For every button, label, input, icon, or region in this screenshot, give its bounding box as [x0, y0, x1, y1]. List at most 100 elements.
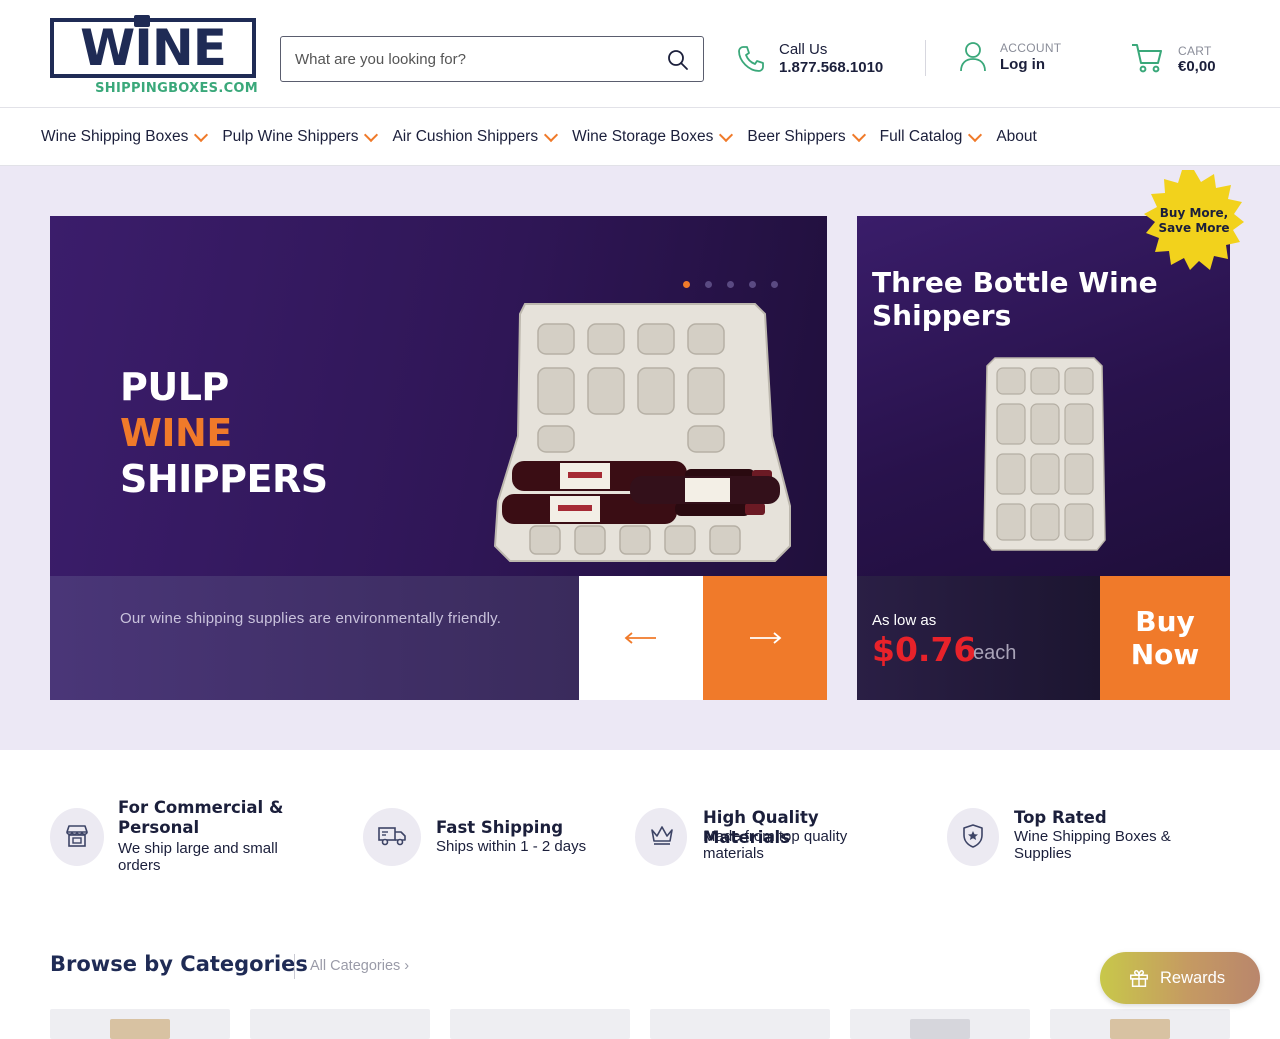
promo-title[interactable]: Three Bottle Wine Shippers	[872, 266, 1192, 332]
site-logo[interactable]: WINE SHIPPINGBOXES.COM	[50, 15, 258, 98]
slider-next-button[interactable]	[703, 576, 827, 700]
feature-desc: Wine Shipping Boxes & Supplies	[1014, 828, 1171, 862]
cart-icon	[1132, 44, 1162, 73]
slider-dot[interactable]	[705, 281, 712, 288]
nav-item-beer-shippers[interactable]: Beer Shippers	[747, 127, 866, 146]
three-bottle-shipper-image	[983, 357, 1106, 551]
category-card[interactable]	[50, 1009, 230, 1039]
feature-icon-badge	[947, 808, 999, 866]
feature-desc: Ships within 1 - 2 days	[436, 838, 587, 855]
chevron-down-icon	[364, 127, 379, 143]
feature-fast-shipping: Fast Shipping Ships within 1 - 2 days	[363, 798, 613, 878]
call-us[interactable]: Call Us 1.877.568.1010	[736, 40, 906, 80]
feature-icon-badge	[363, 808, 421, 866]
cart-total: €0,00	[1178, 58, 1216, 75]
category-thumbnail	[910, 1019, 970, 1039]
feature-desc: We ship large and small orders	[118, 840, 278, 874]
features-strip: For Commercial & Personal We ship large …	[0, 750, 1280, 920]
crown-icon	[651, 826, 673, 845]
nav-item-wine-storage-boxes[interactable]: Wine Storage Boxes	[572, 127, 734, 146]
cart-link[interactable]: CART €0,00	[1130, 40, 1240, 80]
slide-title-line: WINE	[120, 411, 232, 455]
nav-item-label: Beer Shippers	[747, 128, 846, 145]
arrow-left-icon	[624, 632, 656, 644]
nav-item-full-catalog[interactable]: Full Catalog	[879, 127, 983, 146]
promo-badge: Buy More, Save More	[1144, 170, 1244, 270]
heading-divider	[294, 954, 295, 979]
gift-icon	[1130, 970, 1148, 987]
nav-item-label: Wine Shipping Boxes	[41, 128, 189, 145]
feature-top-rated: Top Rated Wine Shipping Boxes & Supplies	[947, 798, 1207, 878]
slide-title: PULP WINE SHIPPERS	[120, 364, 328, 502]
slider-dot[interactable]	[683, 281, 690, 288]
pulp-shipper-image	[493, 303, 791, 562]
promo-price-unit: each	[973, 642, 1017, 664]
feature-title: For Commercial & Personal	[118, 798, 284, 837]
promo-badge-text: Buy More, Save More	[1158, 206, 1230, 235]
slider-prev-button[interactable]	[579, 576, 703, 700]
search-icon[interactable]	[667, 49, 689, 71]
promo-price-bar: As low as $0.76 each	[857, 576, 1100, 700]
nav-item-air-cushion-shippers[interactable]: Air Cushion Shippers	[392, 127, 559, 146]
hero-section: PULP WINE SHIPPERS Our wine shipping sup…	[0, 166, 1280, 750]
category-thumbnail	[110, 1019, 170, 1039]
logo-wordmark: WINE	[80, 19, 227, 77]
logo-domain: SHIPPINGBOXES.COM	[95, 81, 258, 96]
promo-card: Three Bottle Wine Shippers Buy More, Sav…	[857, 170, 1244, 700]
buy-now-button[interactable]: Buy Now	[1100, 576, 1230, 700]
slider-dot[interactable]	[749, 281, 756, 288]
hero-slider: PULP WINE SHIPPERS Our wine shipping sup…	[50, 216, 827, 700]
arrow-right-icon	[750, 632, 782, 644]
login-link[interactable]: Log in	[1000, 56, 1045, 73]
slide-title-line: SHIPPERS	[120, 457, 328, 501]
category-card[interactable]	[650, 1009, 830, 1039]
feature-icon-badge	[50, 808, 104, 866]
user-icon	[960, 42, 986, 72]
slider-dot[interactable]	[771, 281, 778, 288]
rewards-label: Rewards	[1160, 968, 1226, 987]
all-categories-link[interactable]: All Categories ›	[310, 958, 409, 974]
search-bar	[280, 36, 704, 82]
slider-dots	[683, 281, 793, 288]
store-icon	[66, 825, 88, 847]
slider-caption-bar: Our wine shipping supplies are environme…	[50, 576, 579, 700]
chevron-down-icon	[968, 127, 983, 143]
account-label: ACCOUNT	[1000, 41, 1062, 55]
chevron-down-icon	[194, 127, 209, 143]
promo-price: $0.76	[872, 630, 977, 669]
promo-price-prefix: As low as	[872, 612, 937, 629]
phone-number[interactable]: 1.877.568.1010	[779, 59, 883, 76]
feature-desc: Made from top quality materials	[703, 828, 848, 862]
feature-icon-badge	[635, 808, 687, 866]
category-card[interactable]	[850, 1009, 1030, 1039]
header-divider	[925, 40, 926, 76]
account-link[interactable]: ACCOUNT Log in	[958, 40, 1088, 80]
truck-icon	[378, 827, 406, 846]
slider-dot[interactable]	[727, 281, 734, 288]
chevron-down-icon	[851, 127, 866, 143]
phone-icon	[738, 46, 764, 72]
chevron-down-icon	[719, 127, 734, 143]
search-input[interactable]	[295, 37, 655, 81]
nav-item-label: Air Cushion Shippers	[392, 128, 539, 145]
call-us-label: Call Us	[779, 41, 828, 58]
feature-commercial: For Commercial & Personal We ship large …	[50, 798, 330, 878]
chevron-down-icon	[544, 127, 559, 143]
nav-item-label: About	[996, 128, 1037, 145]
category-card[interactable]	[450, 1009, 630, 1039]
nav-item-about[interactable]: About	[996, 128, 1037, 146]
nav-item-label: Full Catalog	[879, 128, 963, 145]
category-thumbnail	[1110, 1019, 1170, 1039]
shield-star-icon	[963, 824, 983, 848]
nav-item-label: Pulp Wine Shippers	[222, 128, 359, 145]
site-header: WINE SHIPPINGBOXES.COM Call Us 1.877.568…	[0, 0, 1280, 108]
category-card[interactable]	[250, 1009, 430, 1039]
nav-item-label: Wine Storage Boxes	[572, 128, 714, 145]
cart-label: CART	[1178, 44, 1212, 58]
category-card[interactable]	[1050, 1009, 1230, 1039]
nav-item-wine-shipping-boxes[interactable]: Wine Shipping Boxes	[41, 127, 209, 146]
feature-title: Top Rated	[1014, 808, 1107, 827]
nav-item-pulp-wine-shippers[interactable]: Pulp Wine Shippers	[222, 127, 379, 146]
browse-categories-heading: Browse by Categories	[50, 952, 308, 976]
rewards-button[interactable]: Rewards	[1100, 952, 1260, 1004]
